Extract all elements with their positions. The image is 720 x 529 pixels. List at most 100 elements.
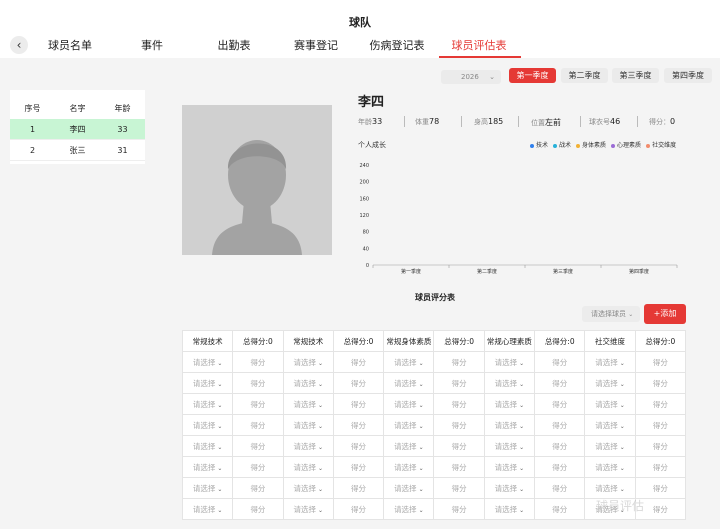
item-select[interactable]: 请选择 ⌄	[282, 351, 334, 373]
chevron-down-icon: ⌄	[519, 443, 525, 451]
back-button[interactable]: ‹	[10, 36, 28, 54]
item-select[interactable]: 请选择 ⌄	[483, 498, 536, 520]
item-select[interactable]: 请选择 ⌄	[181, 351, 234, 373]
tab-player-evaluation[interactable]: 球员评估表	[452, 37, 507, 53]
item-select[interactable]: 请选择 ⌄	[181, 372, 234, 394]
item-select[interactable]: 请选择 ⌄	[483, 372, 536, 394]
item-select[interactable]: 请选择 ⌄	[282, 393, 334, 415]
score-input[interactable]: 得分	[232, 414, 284, 436]
item-select[interactable]: 请选择 ⌄	[282, 435, 334, 457]
item-select[interactable]: 请选择 ⌄	[282, 477, 334, 499]
score-input[interactable]: 得分	[332, 393, 385, 415]
item-select[interactable]: 请选择 ⌄	[383, 414, 435, 436]
score-input[interactable]: 得分	[332, 498, 385, 520]
score-input[interactable]: 得分	[232, 393, 284, 415]
item-select[interactable]: 请选择 ⌄	[383, 393, 435, 415]
score-input[interactable]: 得分	[433, 498, 485, 520]
score-input[interactable]: 得分	[534, 372, 586, 394]
legend-item[interactable]: 社交维度	[646, 140, 676, 149]
item-select[interactable]: 请选择 ⌄	[383, 456, 435, 478]
score-input[interactable]: 得分	[534, 351, 586, 373]
score-input[interactable]: 得分	[534, 456, 586, 478]
item-select[interactable]: 请选择 ⌄	[181, 498, 234, 520]
item-select[interactable]: 请选择 ⌄	[383, 435, 435, 457]
score-input[interactable]: 得分	[433, 351, 485, 373]
score-input[interactable]: 得分	[634, 414, 687, 436]
item-select[interactable]: 请选择 ⌄	[282, 414, 334, 436]
item-select[interactable]: 请选择 ⌄	[584, 372, 636, 394]
item-select[interactable]: 请选择 ⌄	[483, 351, 536, 373]
add-button[interactable]: +添加	[644, 304, 686, 324]
tab-roster[interactable]: 球员名单	[48, 37, 92, 53]
legend-item[interactable]: 技术	[530, 140, 548, 149]
score-input[interactable]: 得分	[433, 393, 485, 415]
roster-row[interactable]: 1 李四 33	[10, 119, 145, 140]
score-input[interactable]: 得分	[332, 372, 385, 394]
score-input[interactable]: 得分	[232, 435, 284, 457]
item-select[interactable]: 请选择 ⌄	[181, 477, 234, 499]
tab-events[interactable]: 事件	[141, 37, 163, 53]
item-select[interactable]: 请选择 ⌄	[584, 477, 636, 499]
item-select[interactable]: 请选择 ⌄	[282, 498, 334, 520]
item-select[interactable]: 请选择 ⌄	[383, 372, 435, 394]
score-input[interactable]: 得分	[534, 414, 586, 436]
item-select[interactable]: 请选择 ⌄	[181, 414, 234, 436]
item-select[interactable]: 请选择 ⌄	[584, 393, 636, 415]
season-q3-button[interactable]: 第三季度	[612, 68, 659, 83]
legend-item[interactable]: 心理素质	[611, 140, 641, 149]
score-input[interactable]: 得分	[232, 351, 284, 373]
item-select[interactable]: 请选择 ⌄	[383, 351, 435, 373]
score-input[interactable]: 得分	[232, 477, 284, 499]
item-select[interactable]: 请选择 ⌄	[282, 372, 334, 394]
item-select[interactable]: 请选择 ⌄	[483, 477, 536, 499]
item-select[interactable]: 请选择 ⌄	[483, 414, 536, 436]
item-select[interactable]: 请选择 ⌄	[584, 456, 636, 478]
legend-item[interactable]: 战术	[553, 140, 571, 149]
legend-item[interactable]: 身体素质	[576, 140, 606, 149]
item-select[interactable]: 请选择 ⌄	[483, 435, 536, 457]
score-input[interactable]: 得分	[534, 435, 586, 457]
tab-injury-registration[interactable]: 伤病登记表	[370, 37, 425, 53]
item-select[interactable]: 请选择 ⌄	[383, 477, 435, 499]
player-select[interactable]: 请选择球员 ⌄	[582, 306, 640, 322]
score-input[interactable]: 得分	[433, 414, 485, 436]
score-input[interactable]: 得分	[634, 456, 687, 478]
item-select[interactable]: 请选择 ⌄	[282, 456, 334, 478]
score-input[interactable]: 得分	[433, 435, 485, 457]
score-input[interactable]: 得分	[634, 393, 687, 415]
score-input[interactable]: 得分	[634, 435, 687, 457]
score-input[interactable]: 得分	[332, 435, 385, 457]
item-select[interactable]: 请选择 ⌄	[584, 414, 636, 436]
score-input[interactable]: 得分	[433, 372, 485, 394]
item-select[interactable]: 请选择 ⌄	[584, 435, 636, 457]
item-select[interactable]: 请选择 ⌄	[181, 456, 234, 478]
roster-row[interactable]: 2 张三 31	[10, 140, 145, 161]
tab-attendance[interactable]: 出勤表	[218, 37, 251, 53]
score-input[interactable]: 得分	[232, 456, 284, 478]
item-select[interactable]: 请选择 ⌄	[483, 393, 536, 415]
score-input[interactable]: 得分	[332, 414, 385, 436]
item-select[interactable]: 请选择 ⌄	[181, 435, 234, 457]
season-q4-button[interactable]: 第四季度	[664, 68, 712, 83]
score-input[interactable]: 得分	[634, 372, 687, 394]
season-q2-button[interactable]: 第二季度	[561, 68, 608, 83]
score-input[interactable]: 得分	[534, 477, 586, 499]
score-input[interactable]: 得分	[634, 477, 687, 499]
score-input[interactable]: 得分	[534, 393, 586, 415]
score-input[interactable]: 得分	[332, 477, 385, 499]
score-input[interactable]: 得分	[332, 351, 385, 373]
score-input[interactable]: 得分	[433, 477, 485, 499]
score-input[interactable]: 得分	[232, 372, 284, 394]
score-input[interactable]: 得分	[634, 351, 687, 373]
season-q1-button[interactable]: 第一季度	[509, 68, 556, 83]
item-select[interactable]: 请选择 ⌄	[383, 498, 435, 520]
score-input[interactable]: 得分	[332, 456, 385, 478]
item-select[interactable]: 请选择 ⌄	[584, 351, 636, 373]
score-input[interactable]: 得分	[534, 498, 586, 520]
score-input[interactable]: 得分	[232, 498, 284, 520]
year-select[interactable]: 2026 ⌄	[441, 70, 501, 84]
item-select[interactable]: 请选择 ⌄	[181, 393, 234, 415]
tab-match-registration[interactable]: 赛事登记	[294, 37, 338, 53]
score-input[interactable]: 得分	[433, 456, 485, 478]
item-select[interactable]: 请选择 ⌄	[483, 456, 536, 478]
